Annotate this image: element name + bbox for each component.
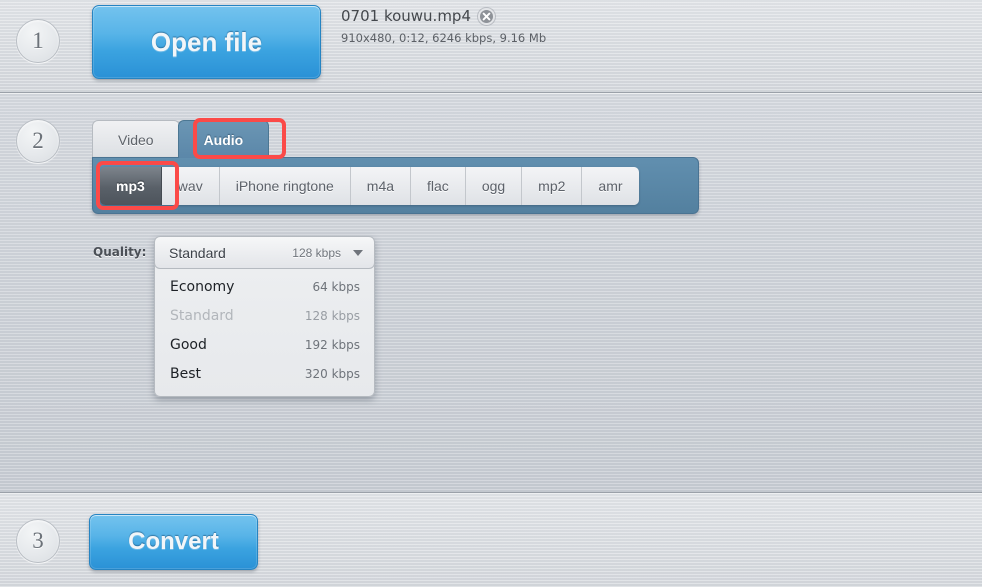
close-circle-icon[interactable] bbox=[478, 7, 495, 25]
media-type-tabs: Video Audio bbox=[92, 120, 270, 158]
format-bar: mp3 wav iPhone ringtone m4a flac ogg mp2… bbox=[92, 157, 699, 214]
quality-option-good[interactable]: Good 192 kbps bbox=[155, 330, 374, 359]
quality-selected-rate: 128 kbps bbox=[292, 245, 341, 260]
file-name-label: 0701 kouwu.mp4 bbox=[341, 7, 471, 25]
format-iphone-ringtone[interactable]: iPhone ringtone bbox=[219, 167, 351, 205]
chevron-down-icon bbox=[353, 249, 363, 256]
quality-option-best[interactable]: Best 320 kbps bbox=[155, 359, 374, 388]
file-metadata-label: 910x480, 0:12, 6246 kbps, 9.16 Mb bbox=[341, 31, 547, 45]
section-divider-2 bbox=[0, 492, 982, 494]
quality-option-rate: 320 kbps bbox=[304, 366, 360, 381]
file-name-row: 0701 kouwu.mp4 bbox=[341, 7, 546, 25]
section-divider-1 bbox=[0, 92, 982, 94]
quality-option-rate: 128 kbps bbox=[304, 308, 360, 323]
format-mp3[interactable]: mp3 bbox=[100, 167, 162, 205]
quality-label: Quality: bbox=[93, 245, 147, 259]
quality-dropdown-list: Economy 64 kbps Standard 128 kbps Good 1… bbox=[154, 263, 375, 397]
format-wav[interactable]: wav bbox=[161, 167, 220, 205]
format-mp2[interactable]: mp2 bbox=[522, 167, 583, 205]
format-ogg[interactable]: ogg bbox=[465, 167, 523, 205]
quality-dropdown: Standard 128 kbps Economy 64 kbps Standa… bbox=[154, 236, 375, 397]
quality-selected-name: Standard bbox=[169, 244, 226, 261]
tab-audio[interactable]: Audio bbox=[177, 120, 270, 158]
tab-video[interactable]: Video bbox=[92, 120, 180, 158]
quality-option-economy[interactable]: Economy 64 kbps bbox=[155, 272, 374, 301]
quality-option-label: Standard bbox=[170, 307, 234, 324]
format-button-group: mp3 wav iPhone ringtone m4a flac ogg mp2… bbox=[100, 167, 639, 205]
quality-option-standard[interactable]: Standard 128 kbps bbox=[155, 301, 374, 330]
app-background: 1 2 3 Open file 0701 kouwu.mp4 910x480, … bbox=[0, 0, 982, 587]
convert-button[interactable]: Convert bbox=[89, 514, 258, 570]
format-m4a[interactable]: m4a bbox=[350, 167, 412, 205]
quality-option-label: Best bbox=[170, 365, 202, 382]
step-number-1: 1 bbox=[16, 19, 60, 63]
step-number-2: 2 bbox=[16, 119, 60, 163]
quality-option-rate: 64 kbps bbox=[312, 279, 360, 294]
quality-dropdown-trigger[interactable]: Standard 128 kbps bbox=[154, 236, 375, 269]
step-number-3: 3 bbox=[16, 519, 60, 563]
selected-file-info: 0701 kouwu.mp4 910x480, 0:12, 6246 kbps,… bbox=[341, 7, 546, 45]
format-amr[interactable]: amr bbox=[582, 167, 639, 205]
quality-option-rate: 192 kbps bbox=[304, 337, 360, 352]
format-flac[interactable]: flac bbox=[411, 167, 466, 205]
quality-option-label: Good bbox=[170, 336, 207, 353]
quality-option-label: Economy bbox=[170, 278, 235, 295]
open-file-button[interactable]: Open file bbox=[92, 5, 321, 79]
